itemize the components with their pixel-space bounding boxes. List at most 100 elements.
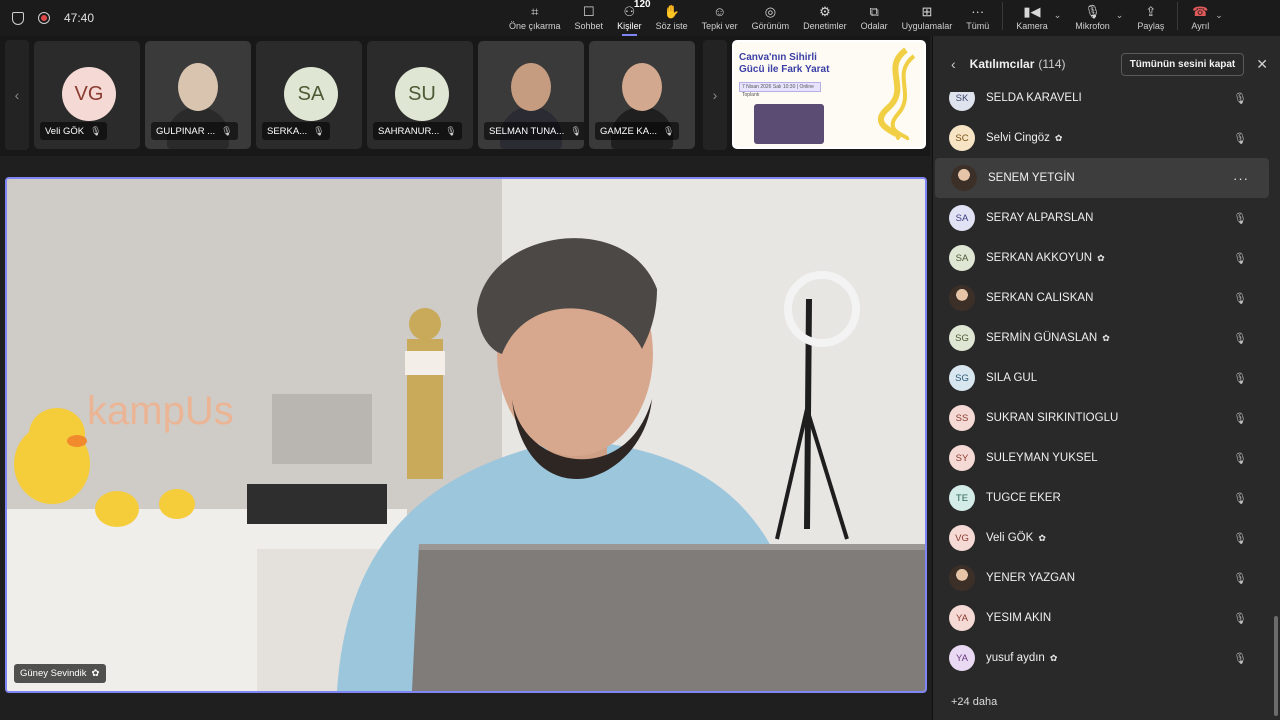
participant-video-tile[interactable]: SU SAHRANUR... 🎙: [367, 41, 473, 149]
shared-content-title: Canva'nın Sihirli Gücü ile Fark Yarat: [739, 52, 830, 75]
meeting-timer: 47:40: [64, 11, 95, 25]
toolbar-divider: [1002, 2, 1004, 30]
participant-list-item[interactable]: YA yusuf aydın ✿ 🎙: [933, 638, 1269, 678]
participant-list-item[interactable]: SC Selvi Cingöz ✿ 🎙: [933, 118, 1269, 158]
mic-off-icon: 🎙: [663, 125, 675, 136]
toolbar-people-button[interactable]: ⚇ 120 Kişiler: [610, 0, 651, 36]
avatar: SG: [949, 325, 975, 351]
mic-off-icon: 🎙: [90, 125, 102, 136]
shared-content-tile[interactable]: Canva'nın Sihirli Gücü ile Fark Yarat 7 …: [732, 40, 926, 149]
guest-badge-icon: ✿: [1049, 652, 1058, 663]
participant-list-item[interactable]: YENER YAZGAN 🎙: [933, 558, 1269, 598]
filmstrip-next-button[interactable]: ›: [703, 40, 727, 150]
filmstrip-prev-button[interactable]: ‹: [5, 40, 29, 150]
main-video-feed[interactable]: kampUs Güney Sevindik ✿: [5, 177, 927, 693]
participant-name: SILA GUL: [986, 372, 1038, 384]
shield-icon[interactable]: [12, 11, 24, 25]
participant-list-item[interactable]: SENEM YETGİN ···: [935, 158, 1269, 198]
mic-off-icon[interactable]: 🎙: [1233, 652, 1247, 665]
participant-name-label: SAHRANUR... 🎙: [373, 122, 462, 140]
toolbar-reaction-button[interactable]: ☺ Tepki ver: [695, 0, 745, 36]
participant-list-item[interactable]: SK SELDA KARAVELİ 🎙: [933, 92, 1269, 118]
camera-button[interactable]: ▮◀ Kamera ⌄: [1009, 0, 1068, 36]
mic-off-icon[interactable]: 🎙: [1233, 372, 1247, 385]
mic-off-icon[interactable]: 🎙: [1233, 332, 1247, 345]
mic-off-icon[interactable]: 🎙: [1233, 532, 1247, 545]
participants-count: (114): [1038, 57, 1066, 71]
avatar: VG: [949, 525, 975, 551]
participant-video-tile[interactable]: SELMAN TUNA... 🎙: [478, 41, 584, 149]
share-button[interactable]: ⇪ Paylaş: [1130, 0, 1171, 36]
mic-off-icon: 🎙: [313, 125, 325, 136]
avatar: SA: [949, 205, 975, 231]
participant-name: Selvi Cingöz: [986, 132, 1050, 144]
chevron-left-icon: ‹: [14, 87, 20, 103]
mic-off-icon[interactable]: 🎙: [1233, 252, 1247, 265]
guest-badge-icon: ✿: [1054, 132, 1063, 143]
participant-list-item[interactable]: SA SERAY ALPARSLAN 🎙: [933, 198, 1269, 238]
chevron-down-icon[interactable]: ⌄: [1215, 10, 1223, 21]
toolbar-view-button[interactable]: ◎ Görünüm: [745, 0, 797, 36]
participant-list-item[interactable]: VG Veli GÖK ✿ 🎙: [933, 518, 1269, 558]
avatar: SS: [949, 405, 975, 431]
participant-list-item[interactable]: SG SERMİN GÜNASLAN ✿ 🎙: [933, 318, 1269, 358]
mic-off-icon[interactable]: 🎙: [1233, 132, 1247, 145]
participant-video-tile[interactable]: GULPINAR ... 🎙: [145, 41, 251, 149]
guest-badge-icon: ✿: [1097, 252, 1105, 263]
participant-video-tile[interactable]: SA SERKA... 🎙: [256, 41, 362, 149]
mic-off-icon[interactable]: 🎙: [1233, 572, 1247, 585]
participant-list-item[interactable]: YA YESIM AKIN 🎙: [933, 598, 1269, 638]
participant-list-item[interactable]: TE TUGCE EKER 🎙: [933, 478, 1269, 518]
more-options-icon[interactable]: ···: [1233, 171, 1249, 186]
participant-name: SERMİN GÜNASLAN: [986, 332, 1098, 344]
chevron-down-icon[interactable]: ⌄: [1116, 10, 1124, 21]
participant-name: TUGCE EKER: [986, 492, 1061, 504]
participant-video-image: [622, 63, 662, 111]
participant-name: SENEM YETGİN: [988, 172, 1075, 184]
participant-list-item[interactable]: SY SULEYMAN YUKSEL 🎙: [933, 438, 1269, 478]
camera-icon: ▮◀: [1023, 4, 1041, 19]
mic-off-icon[interactable]: 🎙: [1233, 212, 1247, 225]
participant-name: SERKAN CALISKAN: [986, 292, 1094, 304]
guest-badge-icon: ✿: [1102, 332, 1110, 343]
mute-all-button[interactable]: Tümünün sesini kapat: [1120, 52, 1245, 76]
participant-list-item[interactable]: SA SERKAN AKKOYUN ✿ 🎙: [933, 238, 1269, 278]
mic-off-icon[interactable]: 🎙: [1233, 92, 1247, 105]
close-icon[interactable]: ✕: [1256, 56, 1268, 73]
more-participants-link[interactable]: +24 daha: [951, 696, 997, 708]
avatar: YA: [949, 645, 975, 671]
mic-off-icon[interactable]: 🎙: [1233, 292, 1247, 305]
shared-content-thumbnail: [754, 104, 824, 144]
toolbar-rooms-button[interactable]: ⧉ Odalar: [854, 0, 895, 36]
back-arrow-icon[interactable]: ‹: [951, 56, 956, 72]
toolbar-apps-button[interactable]: ⊞ Uygulamalar: [895, 0, 960, 36]
participant-video-tile[interactable]: GAMZE KA... 🎙: [589, 41, 695, 149]
reaction-icon: ☺: [712, 4, 727, 19]
toolbar-raise-hand-button[interactable]: ✋ Söz iste: [649, 0, 695, 36]
participant-name: SELDA KARAVELİ: [986, 92, 1082, 104]
mic-off-icon[interactable]: 🎙: [1233, 612, 1247, 625]
teams-meeting-window: 47:40 ⌗ Öne çıkarma ☐ Sohbet ⚇ 120 Kişiler ✋ Söz…: [0, 0, 1280, 720]
participant-list-item[interactable]: SERKAN CALISKAN 🎙: [933, 278, 1269, 318]
participant-list-item[interactable]: SS SUKRAN SIRKINTIOGLU 🎙: [933, 398, 1269, 438]
avatar: SA: [949, 245, 975, 271]
participant-list-item[interactable]: SG SILA GUL 🎙: [933, 358, 1269, 398]
mic-off-icon[interactable]: 🎙: [1233, 492, 1247, 505]
leave-button[interactable]: ☎ Ayrıl ⌄: [1184, 0, 1229, 36]
participants-scrollbar[interactable]: [1274, 616, 1278, 716]
apps-icon: ⊞: [921, 4, 933, 19]
mic-off-icon[interactable]: 🎙: [1233, 452, 1247, 465]
recording-icon[interactable]: [38, 12, 50, 24]
mic-off-icon[interactable]: 🎙: [1233, 412, 1247, 425]
avatar: [949, 565, 975, 591]
toolbar-divider: [1177, 2, 1179, 30]
microphone-button[interactable]: 🎙 Mikrofon ⌄: [1068, 0, 1130, 36]
toolbar-chat-button[interactable]: ☐ Sohbet: [568, 0, 611, 36]
toolbar-more-button[interactable]: ··· Tümü: [959, 0, 996, 36]
toolbar-pin-button[interactable]: ⌗ Öne çıkarma: [502, 0, 568, 36]
toolbar-controls-button[interactable]: ⚙ Denetimler: [796, 0, 854, 36]
participant-name-label: SELMAN TUNA... 🎙: [484, 122, 584, 140]
chevron-down-icon[interactable]: ⌄: [1054, 10, 1062, 21]
participant-video-tile[interactable]: VG Veli GÖK 🎙: [34, 41, 140, 149]
mic-off-icon: 🎙: [221, 125, 233, 136]
